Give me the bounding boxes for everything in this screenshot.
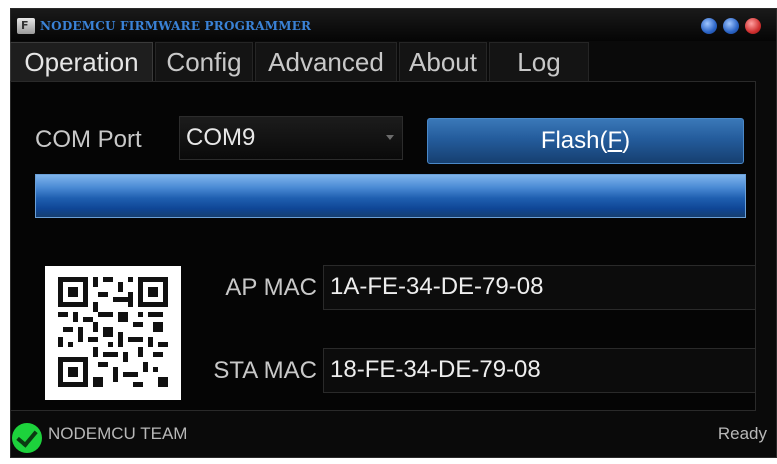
tab-advanced[interactable]: Advanced bbox=[255, 42, 397, 82]
window-title: NODEMCU FIRMWARE PROGRAMMER bbox=[40, 19, 312, 33]
app-icon-glyph: F bbox=[21, 19, 29, 32]
tab-config[interactable]: Config bbox=[155, 42, 253, 82]
maximize-button[interactable] bbox=[723, 18, 739, 34]
title-bar[interactable]: F NODEMCU FIRMWARE PROGRAMMER bbox=[11, 9, 776, 41]
tab-operation[interactable]: Operation bbox=[10, 42, 153, 82]
ap-mac-field[interactable]: 1A-FE-34-DE-79-08 bbox=[323, 265, 756, 310]
close-button[interactable] bbox=[745, 18, 761, 34]
team-label: NODEMCU TEAM bbox=[48, 424, 188, 443]
qr-code-icon bbox=[58, 277, 168, 387]
minimize-button[interactable] bbox=[701, 18, 717, 34]
tab-about[interactable]: About bbox=[399, 42, 487, 82]
flash-label-suffix: ) bbox=[622, 127, 631, 154]
status-bar: NODEMCU TEAM Ready bbox=[10, 412, 777, 453]
sta-mac-label: STA MAC bbox=[213, 357, 317, 384]
app-icon: F bbox=[17, 18, 35, 34]
tab-log[interactable]: Log bbox=[489, 42, 589, 82]
ap-mac-label: AP MAC bbox=[225, 274, 317, 301]
sta-mac-field[interactable]: 18-FE-34-DE-79-08 bbox=[323, 348, 756, 393]
com-port-label: COM Port bbox=[35, 126, 142, 153]
operation-panel: COM Port COM9 Flash(F) AP MAC 1A-FE-34-D… bbox=[10, 81, 756, 411]
flash-label-prefix: Flash( bbox=[540, 127, 608, 154]
flash-button[interactable]: Flash(F) bbox=[427, 118, 744, 164]
status-text: Ready bbox=[717, 424, 767, 443]
com-port-value: COM9 bbox=[186, 124, 256, 151]
chevron-down-icon[interactable] bbox=[386, 135, 394, 140]
progress-bar bbox=[35, 174, 746, 218]
check-circle-icon bbox=[12, 423, 42, 453]
qr-code bbox=[45, 266, 181, 400]
flash-hotkey: F bbox=[607, 127, 623, 154]
com-port-select[interactable]: COM9 bbox=[179, 116, 403, 160]
